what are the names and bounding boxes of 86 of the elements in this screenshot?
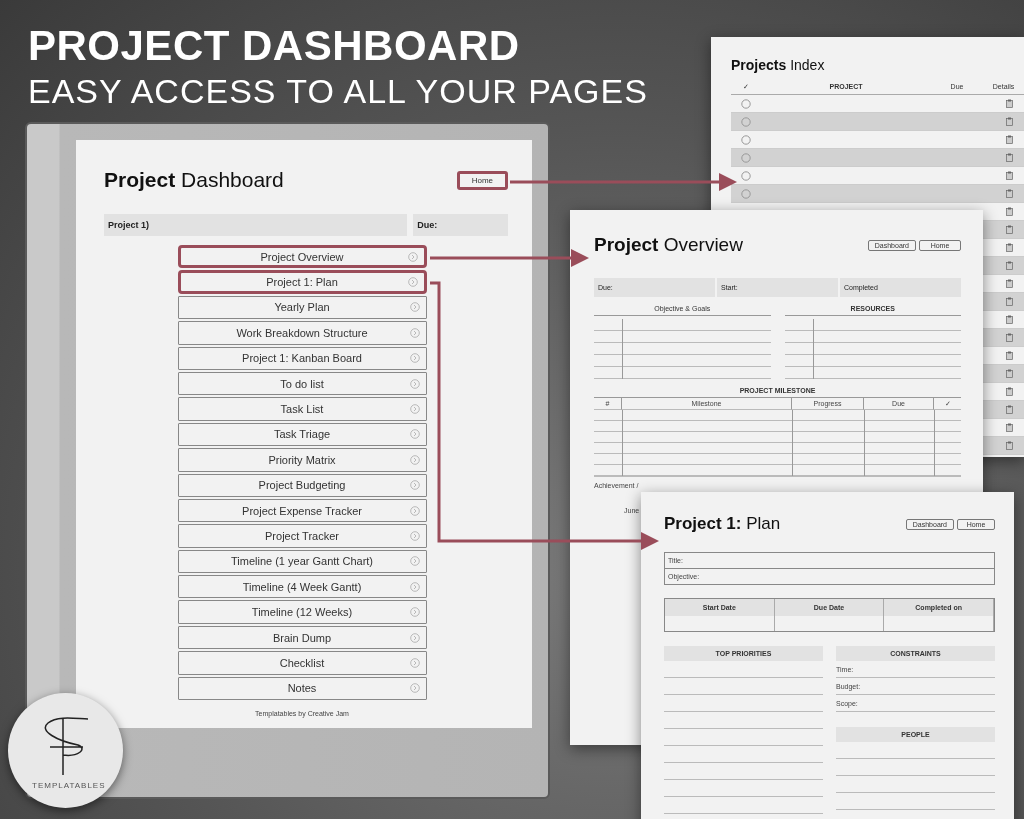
table-row[interactable] <box>983 311 1024 329</box>
circle-icon[interactable] <box>741 188 751 199</box>
page-link[interactable]: Yearly Plan <box>177 295 427 320</box>
table-row[interactable] <box>983 401 1024 419</box>
clipboard-icon[interactable] <box>1006 351 1013 360</box>
clipboard-icon[interactable] <box>1006 369 1013 378</box>
chevron-circle-icon <box>409 581 420 592</box>
page-link[interactable]: Checklist <box>177 651 427 675</box>
clipboard-icon[interactable] <box>1006 261 1013 270</box>
table-row[interactable] <box>983 383 1024 401</box>
clipboard-icon[interactable] <box>1006 243 1013 252</box>
page-title: Projects Index <box>731 57 826 73</box>
page-link[interactable]: Timeline (1 year Gantt Chart) <box>177 549 427 574</box>
page-link[interactable]: Project 1: Kanban Board <box>177 346 427 370</box>
chevron-circle-icon <box>409 302 420 313</box>
chevron-circle-icon <box>407 251 418 262</box>
subheadline: EASY ACCESS TO ALL YOUR PAGES <box>28 71 648 112</box>
page-link[interactable]: Timeline (4 Week Gantt) <box>177 575 427 599</box>
page-link[interactable]: Project Budgeting <box>177 473 427 497</box>
logo-text: TEMPLATABLES <box>32 781 106 790</box>
clipboard-icon[interactable] <box>1006 153 1013 162</box>
circle-icon[interactable] <box>741 170 751 181</box>
page-link[interactable]: Task List <box>177 397 427 421</box>
clipboard-icon[interactable] <box>1006 189 1013 198</box>
page-title: Project Dashboard <box>104 168 284 192</box>
page-link[interactable]: Timeline (12 Weeks) <box>177 600 427 624</box>
chevron-circle-icon <box>409 404 420 415</box>
chevron-circle-icon <box>409 353 420 364</box>
table-row[interactable] <box>983 203 1024 221</box>
clipboard-icon[interactable] <box>1006 297 1013 306</box>
clipboard-icon[interactable] <box>1006 423 1013 432</box>
chevron-circle-icon <box>409 429 420 440</box>
page-title: Project 1: Plan <box>664 514 781 534</box>
page-link[interactable]: Project Expense Tracker <box>177 498 427 523</box>
table-row[interactable] <box>983 221 1024 239</box>
chevron-circle-icon <box>409 505 420 516</box>
clipboard-icon[interactable] <box>1006 207 1013 216</box>
chevron-circle-icon <box>409 480 420 491</box>
page-link[interactable]: To do list <box>177 371 427 396</box>
circle-icon[interactable] <box>741 98 751 109</box>
chevron-circle-icon <box>409 683 420 694</box>
headline: PROJECT DASHBOARD <box>28 22 521 70</box>
clipboard-icon[interactable] <box>1006 315 1013 324</box>
table-row[interactable] <box>983 293 1024 311</box>
field-label: Project 1) <box>104 214 408 236</box>
circle-icon[interactable] <box>741 152 751 163</box>
chevron-circle-icon <box>409 531 420 541</box>
table-row[interactable] <box>983 239 1024 257</box>
table-row[interactable] <box>983 275 1024 293</box>
chevron-circle-icon <box>407 277 418 288</box>
clipboard-icon[interactable] <box>1006 405 1013 414</box>
clipboard-icon[interactable] <box>1006 135 1013 144</box>
clipboard-icon[interactable] <box>1006 225 1013 234</box>
clipboard-icon[interactable] <box>1006 387 1013 396</box>
chevron-circle-icon <box>409 556 420 567</box>
table-row[interactable] <box>983 365 1024 383</box>
chevron-circle-icon <box>409 657 420 668</box>
circle-icon[interactable] <box>741 134 751 145</box>
page-link[interactable]: Project Tracker <box>177 524 427 548</box>
page-link[interactable]: Project Overview <box>177 245 427 269</box>
table-row[interactable] <box>983 329 1024 347</box>
clipboard-icon[interactable] <box>1006 117 1013 126</box>
chevron-circle-icon <box>409 454 420 465</box>
chevron-circle-icon <box>409 378 420 389</box>
page-link[interactable]: Notes <box>177 676 427 701</box>
home-button[interactable]: Home <box>456 170 508 190</box>
table-row[interactable] <box>983 347 1024 365</box>
circle-icon[interactable] <box>741 116 751 127</box>
page-link[interactable]: Task Triage <box>177 422 427 447</box>
page-link[interactable]: Project 1: Plan <box>177 270 427 294</box>
page-link[interactable]: Work Breakdown Structure <box>177 321 427 345</box>
clipboard-icon[interactable] <box>1006 333 1013 342</box>
table-row[interactable] <box>983 419 1024 437</box>
clipboard-icon[interactable] <box>1006 171 1013 180</box>
table-row[interactable] <box>983 257 1024 275</box>
page-link[interactable]: Brain Dump <box>177 625 427 650</box>
page-link[interactable]: Priority Matrix <box>177 448 427 472</box>
clipboard-icon[interactable] <box>1006 441 1013 450</box>
table-row[interactable] <box>983 437 1024 455</box>
clipboard-icon[interactable] <box>1006 279 1013 288</box>
chevron-circle-icon <box>409 607 420 618</box>
chevron-circle-icon <box>409 632 420 643</box>
clipboard-icon[interactable] <box>1006 99 1013 108</box>
chevron-circle-icon <box>409 327 420 338</box>
field-label: Due: <box>413 214 508 236</box>
page-title: Project Overview <box>594 234 743 256</box>
